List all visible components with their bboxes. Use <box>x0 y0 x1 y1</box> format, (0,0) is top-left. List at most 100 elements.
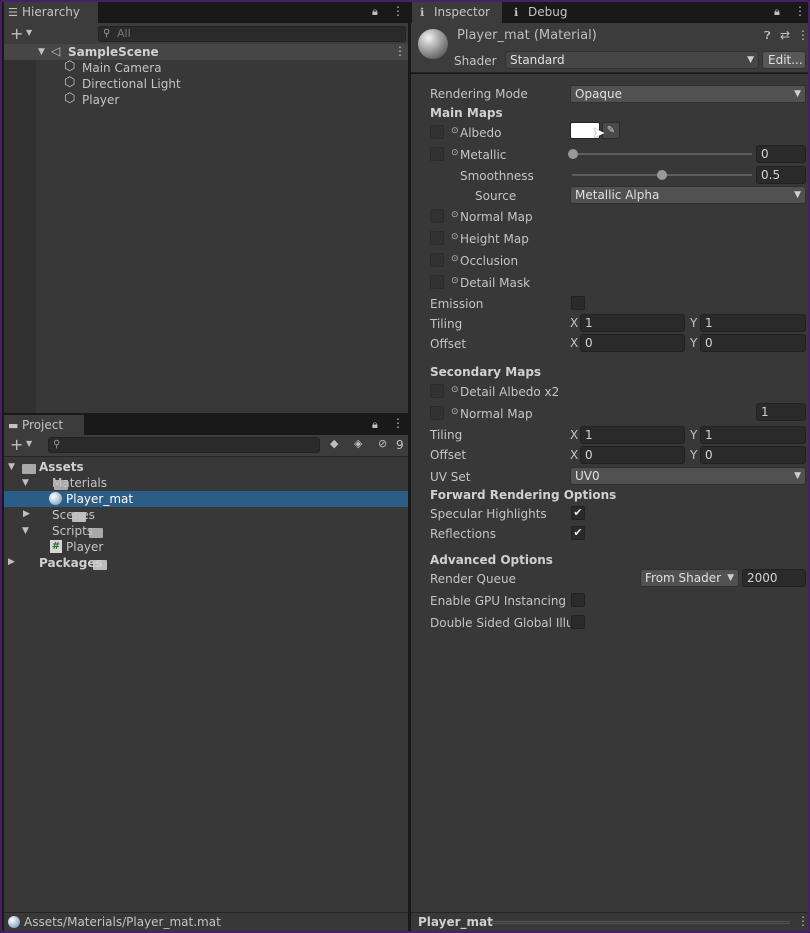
collapse-arrow-icon[interactable]: ▶ <box>8 557 15 567</box>
material-sphere-icon <box>8 916 20 928</box>
tab-hierarchy[interactable]: ☰ Hierarchy <box>4 2 98 23</box>
project-item-materials[interactable]: Materials <box>52 475 107 491</box>
lock-icon[interactable]: 🔒︎ <box>372 418 378 432</box>
chevron-down-icon[interactable]: ▼ <box>26 28 32 37</box>
metallic-texture-slot[interactable] <box>430 147 444 161</box>
offset-y-label: Y <box>690 336 698 350</box>
uv-set-dropdown[interactable]: UV0 ▼ <box>570 467 806 485</box>
gpu-instancing-checkbox[interactable] <box>571 593 585 607</box>
tiling-x-field[interactable]: 1 <box>580 314 685 332</box>
expand-arrow-icon[interactable]: ▼ <box>22 478 29 488</box>
chevron-down-icon[interactable]: ▼ <box>26 439 32 448</box>
offset-x-label: X <box>570 336 579 350</box>
lock-icon[interactable]: 🔒︎ <box>774 5 780 19</box>
help-icon[interactable]: ❓︎ <box>764 29 771 43</box>
expand-arrow-icon[interactable]: ▼ <box>38 47 45 57</box>
metallic-slider-knob[interactable] <box>568 149 578 159</box>
tab-project[interactable]: ▬ Project <box>4 415 84 436</box>
selected-row-highlight[interactable] <box>4 491 408 507</box>
hierarchy-item-main-camera[interactable]: Main Camera <box>82 60 162 76</box>
more-options-icon[interactable]: ⋮ <box>392 4 404 18</box>
hidden-packages-icon[interactable]: ⊘ <box>378 437 387 450</box>
project-item-scenes[interactable]: Scenes <box>52 507 95 523</box>
project-item-scripts[interactable]: Scripts <box>52 523 93 539</box>
object-picker-icon[interactable]: ⊙ <box>451 254 459 264</box>
occlusion-label: Occlusion <box>460 254 519 268</box>
smoothness-value-field[interactable]: 0.5 <box>756 166 806 184</box>
more-options-icon[interactable]: ⋮ <box>794 4 806 18</box>
render-queue-field[interactable]: 2000 <box>742 569 806 587</box>
object-picker-icon[interactable]: ⊙ <box>451 126 459 136</box>
offset-x-field[interactable]: 0 <box>580 334 685 352</box>
object-picker-icon[interactable]: ⊙ <box>451 385 459 395</box>
object-picker-icon[interactable]: ⊙ <box>451 148 459 158</box>
tiling-y-field[interactable]: 1 <box>700 314 806 332</box>
smoothness-slider-knob[interactable] <box>657 170 667 180</box>
presets-icon[interactable]: ⇄ <box>780 28 790 42</box>
gpu-instancing-label: Enable GPU Instancing <box>430 594 567 608</box>
detail-mask-texture-slot[interactable] <box>430 275 444 289</box>
project-item-player-mat[interactable]: Player_mat <box>66 491 133 507</box>
offset-label: Offset <box>430 337 467 351</box>
object-picker-icon[interactable]: ⊙ <box>451 232 459 242</box>
folder-icon: ▬ <box>8 419 19 432</box>
hierarchy-item-directional-light[interactable]: Directional Light <box>82 76 181 92</box>
add-icon[interactable]: + <box>10 435 23 454</box>
more-options-icon[interactable]: ⋮ <box>797 914 808 928</box>
detail-albedo-texture-slot[interactable] <box>430 384 444 398</box>
expand-arrow-icon[interactable]: ▼ <box>22 526 29 536</box>
reflections-checkbox[interactable]: ✔ <box>571 526 585 540</box>
rendering-mode-dropdown[interactable]: Opaque ▼ <box>570 85 806 103</box>
edit-shader-button[interactable]: Edit... <box>762 51 806 69</box>
project-item-player-script[interactable]: Player <box>66 539 103 555</box>
project-item-assets[interactable]: Assets <box>39 459 84 475</box>
shader-dropdown[interactable]: Standard ▼ <box>505 51 759 69</box>
height-map-texture-slot[interactable] <box>430 231 444 245</box>
secondary-tiling-x-field[interactable]: 1 <box>580 426 685 444</box>
height-map-label: Height Map <box>460 232 529 246</box>
object-picker-icon[interactable]: ⊙ <box>451 407 459 417</box>
emission-checkbox[interactable] <box>571 296 585 310</box>
lock-icon[interactable]: 🔒︎ <box>372 5 378 19</box>
tab-debug[interactable]: ℹ Debug <box>504 2 584 23</box>
metallic-slider-track[interactable] <box>572 153 752 155</box>
tab-inspector[interactable]: ℹ Inspector <box>412 2 502 23</box>
object-picker-icon[interactable]: ⊙ <box>451 276 459 286</box>
advanced-options-heading: Advanced Options <box>430 553 553 567</box>
project-search-input[interactable]: ⚲ <box>48 437 320 453</box>
render-queue-label: Render Queue <box>430 572 516 586</box>
more-options-icon[interactable]: ⋮ <box>392 416 404 430</box>
occlusion-texture-slot[interactable] <box>430 253 444 267</box>
add-icon[interactable]: + <box>10 24 23 43</box>
preview-drag-handle[interactable] <box>490 921 790 924</box>
mouse-cursor-icon: ➤ <box>592 123 606 142</box>
secondary-offset-y-field[interactable]: 0 <box>700 446 806 464</box>
hierarchy-item-player[interactable]: Player <box>82 92 119 108</box>
albedo-texture-slot[interactable] <box>430 125 444 139</box>
info-icon: ℹ <box>514 6 519 19</box>
detail-mask-label: Detail Mask <box>460 276 531 290</box>
search-by-type-icon[interactable]: ◆ <box>330 437 338 450</box>
material-preview-sphere <box>418 29 448 59</box>
double-sided-gi-checkbox[interactable] <box>571 615 585 629</box>
scene-row[interactable] <box>4 44 408 60</box>
secondary-tiling-y-field[interactable]: 1 <box>700 426 806 444</box>
hierarchy-search-input[interactable]: ⚲ All <box>98 26 406 42</box>
source-dropdown[interactable]: Metallic Alpha ▼ <box>570 186 806 204</box>
render-queue-dropdown[interactable]: From Shader ▼ <box>640 569 739 587</box>
expand-arrow-icon[interactable]: ▼ <box>8 462 15 472</box>
collapse-arrow-icon[interactable]: ▶ <box>23 509 30 519</box>
object-picker-icon[interactable]: ⊙ <box>451 210 459 220</box>
search-by-label-icon[interactable]: ◈ <box>354 437 362 450</box>
specular-highlights-checkbox[interactable]: ✔ <box>571 506 585 520</box>
secondary-normal-scale-field[interactable]: 1 <box>756 403 806 421</box>
component-menu-icon[interactable]: ⋮ <box>797 28 808 42</box>
normal-map-texture-slot[interactable] <box>430 209 444 223</box>
secondary-tiling-y-label: Y <box>690 428 698 442</box>
scene-menu-icon[interactable]: ⋮ <box>394 44 406 58</box>
offset-y-field[interactable]: 0 <box>700 334 806 352</box>
secondary-normal-texture-slot[interactable] <box>430 406 444 420</box>
secondary-offset-x-field[interactable]: 0 <box>580 446 685 464</box>
metallic-value-field[interactable]: 0 <box>756 145 806 163</box>
project-item-packages[interactable]: Packages <box>39 555 103 571</box>
